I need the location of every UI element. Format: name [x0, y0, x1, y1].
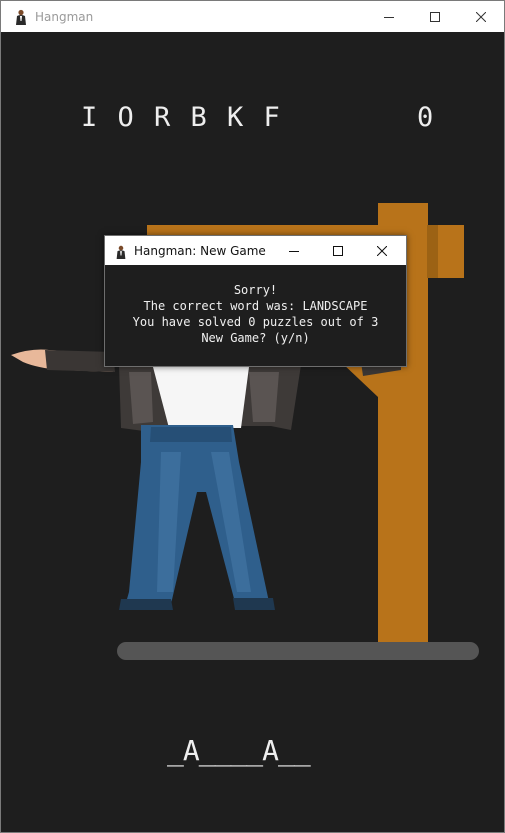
dialog-title: Hangman: New Game	[134, 243, 266, 258]
maximize-button[interactable]	[412, 1, 458, 32]
person-icon	[13, 9, 29, 25]
game-canvas: I O R B K F 0 _A____A__	[1, 32, 504, 832]
hangman-scene	[11, 203, 479, 660]
dialog-title-bar[interactable]: Hangman: New Game	[105, 236, 406, 265]
new-game-dialog: Hangman: New Game Sorry! The correct wor…	[104, 235, 407, 367]
dialog-close-button[interactable]	[360, 236, 404, 265]
window-title: Hangman	[35, 9, 94, 24]
wrong-guess-count: 0	[417, 102, 434, 133]
title-bar[interactable]: Hangman	[1, 1, 504, 32]
minimize-icon	[384, 16, 394, 18]
close-icon	[476, 11, 486, 22]
maximize-icon	[430, 11, 440, 22]
minimize-icon	[289, 250, 299, 252]
guessed-letters: I O R B K F	[81, 102, 282, 133]
platform	[117, 642, 479, 660]
person-icon	[114, 244, 128, 259]
dialog-line-solved-count: You have solved 0 puzzles out of 3	[132, 315, 379, 329]
close-icon	[377, 245, 387, 256]
hangman-window: Hangman I O R B K F 0 _A____A__ Hangman:…	[0, 0, 505, 833]
hanged-man-figure	[11, 349, 401, 610]
maximize-icon	[333, 245, 343, 256]
dialog-line-correct-word: The correct word was: LANDSCAPE	[143, 299, 368, 313]
minimize-button[interactable]	[366, 1, 412, 32]
word-display: _A____A__	[167, 734, 311, 767]
dialog-message: Sorry! The correct word was: LANDSCAPE Y…	[105, 282, 406, 346]
dialog-maximize-button[interactable]	[316, 236, 360, 265]
dialog-line-sorry: Sorry!	[233, 283, 278, 297]
dialog-minimize-button[interactable]	[272, 236, 316, 265]
dialog-line-new-game-prompt: New Game? (y/n)	[201, 331, 310, 345]
close-button[interactable]	[458, 1, 504, 32]
